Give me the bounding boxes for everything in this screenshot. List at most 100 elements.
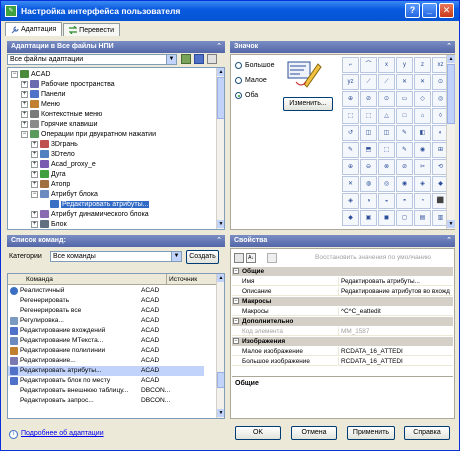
tree-item[interactable]: + Блок	[31, 220, 67, 229]
tree-item[interactable]: − Операции при двукратном нажатии	[21, 130, 156, 140]
library-icon-tile[interactable]: ✎	[396, 142, 413, 158]
library-icon-tile[interactable]: ✕	[342, 176, 359, 192]
library-icon-tile[interactable]: ⟋	[360, 74, 377, 90]
scroll-up-icon[interactable]: ▲	[217, 68, 224, 76]
column-source[interactable]: Источник	[166, 274, 197, 285]
customizations-panel-header[interactable]: Адаптации в Все файлы НПИ ⌃	[7, 41, 225, 53]
property-row[interactable]: Большое изображение RCDATA_16_ATTEDI	[232, 357, 453, 366]
collapse-icon[interactable]: −	[21, 130, 28, 138]
size-small-radio[interactable]: Малое	[235, 77, 267, 84]
library-icon-tile[interactable]: ◼	[378, 210, 395, 226]
library-icon-tile[interactable]: ◫	[360, 125, 377, 141]
library-icon-tile[interactable]: ◓	[396, 193, 413, 209]
icon-library-grid[interactable]: ⌐ ⌒ x y z xz yz ⟋ ⟋ ✕ ✕ ⊙ ⊕ ⊘ ⊙ ▭ ◇ ◎ ⬚ ⬚ △ □ ⌂ ◊ ↺ ◫ ◫ ✎ ◧ ◐ ✎ ⬒ ⬚ ✎ ◉ ⊞ ⊕ ⊖…	[342, 57, 449, 226]
collapse-chevron-icon[interactable]: ⌃	[216, 235, 222, 247]
close-button[interactable]: ✕	[439, 3, 454, 18]
property-category[interactable]: − Макросы	[232, 297, 453, 306]
property-row[interactable]: Имя Редактировать атрибуты...	[232, 277, 453, 286]
tree-scrollbar[interactable]: ▲ ▼	[216, 68, 224, 229]
command-row[interactable]: Редактировать блок по месту ACAD	[8, 376, 204, 386]
scroll-down-icon[interactable]: ▼	[217, 409, 224, 417]
sort-az-icon[interactable]: A↓	[246, 253, 256, 263]
library-icon-tile[interactable]: ⊕	[342, 91, 359, 107]
minimize-button[interactable]: _	[422, 3, 437, 18]
library-icon-tile[interactable]: ◉	[396, 176, 413, 192]
expand-icon[interactable]: +	[21, 80, 28, 88]
icon-grid-scrollbar[interactable]: ▲ ▼	[446, 55, 455, 229]
library-icon-tile[interactable]: ✎	[342, 142, 359, 158]
properties-panel-header[interactable]: Свойства ⌃	[230, 235, 455, 247]
tree-item[interactable]: + Дуга	[31, 170, 66, 180]
library-icon-tile[interactable]: ▣	[360, 210, 377, 226]
dropdown-arrow-icon[interactable]: ▼	[166, 55, 176, 64]
tree-item[interactable]: + Acad_proxy_e	[31, 160, 96, 170]
scroll-down-icon[interactable]: ▼	[217, 220, 224, 228]
property-value[interactable]: Редактировать атрибуты...	[338, 277, 453, 286]
property-value[interactable]: RCDATA_16_ATTEDI	[338, 357, 453, 366]
library-icon-tile[interactable]: ⊙	[378, 91, 395, 107]
expand-icon[interactable]: +	[31, 210, 38, 218]
scroll-thumb[interactable]	[447, 64, 455, 124]
expand-icon[interactable]: +	[21, 100, 28, 108]
library-icon-tile[interactable]: △	[378, 108, 395, 124]
library-icon-tile[interactable]: ◎	[378, 176, 395, 192]
library-icon-tile[interactable]: ✕	[414, 74, 431, 90]
tab-transfer[interactable]: Перевести	[63, 23, 121, 36]
commands-panel-header[interactable]: Список команд: ⌃	[7, 235, 225, 247]
customization-files-dropdown[interactable]: Все файлы адаптации ▼	[7, 54, 177, 65]
title-bar[interactable]: ✎ Настройка интерфейса пользователя ? _ …	[1, 1, 459, 21]
command-row[interactable]: Редактирование МТекста... ACAD	[8, 336, 204, 346]
command-row[interactable]: Редактирование вхождений ACAD	[8, 326, 204, 336]
tree-item[interactable]: + Контекстные меню	[21, 110, 102, 120]
scroll-thumb[interactable]	[217, 77, 224, 119]
property-category[interactable]: − Дополнительно	[232, 317, 453, 326]
size-both-radio[interactable]: Оба	[235, 92, 258, 99]
collapse-chevron-icon[interactable]: ⌃	[446, 41, 452, 53]
library-icon-tile[interactable]: ⌂	[414, 108, 431, 124]
learn-more-link[interactable]: Подробнее об адаптации	[21, 430, 104, 437]
tree-item[interactable]: + Панели	[21, 90, 65, 100]
library-icon-tile[interactable]: ⌐	[342, 57, 359, 73]
library-icon-tile[interactable]: ◧	[414, 125, 431, 141]
image-panel-header[interactable]: Значок ⌃	[230, 41, 455, 53]
edit-image-button[interactable]: Изменить...	[283, 97, 333, 111]
categorized-view-icon[interactable]	[234, 253, 244, 263]
library-icon-tile[interactable]: ◑	[360, 193, 377, 209]
scroll-up-icon[interactable]: ▲	[217, 274, 224, 282]
tree-item[interactable]: + Рабочие пространства	[21, 80, 115, 90]
library-icon-tile[interactable]: ⊘	[360, 91, 377, 107]
library-icon-tile[interactable]: ⊗	[378, 159, 395, 175]
command-row[interactable]: Реалистичный ACAD	[8, 286, 204, 296]
property-grid[interactable]: − Общие Имя Редактировать атрибуты... Описан…	[232, 267, 453, 375]
collapse-icon[interactable]: −	[233, 318, 239, 324]
library-icon-tile[interactable]: ⬚	[378, 142, 395, 158]
customizations-tree[interactable]: − ACAD + Рабочие пространства + Панели + Меню + К…	[7, 67, 225, 230]
library-icon-tile[interactable]: ✂	[414, 159, 431, 175]
property-value[interactable]: RCDATA_16_ATTEDI	[338, 347, 453, 356]
tree-item[interactable]: + Меню	[21, 100, 60, 110]
help-button[interactable]: Справка	[404, 426, 450, 440]
size-large-radio[interactable]: Большое	[235, 62, 274, 69]
library-icon-tile[interactable]: ◈	[342, 193, 359, 209]
tree-item[interactable]: +3Dтело	[31, 150, 75, 160]
command-row[interactable]: Регенерировать все ACAD	[8, 306, 204, 316]
command-row[interactable]: Редактировать внешнюю таблицу... DBCON...	[8, 386, 204, 396]
property-row[interactable]: Малое изображение RCDATA_16_ATTEDI	[232, 347, 453, 356]
library-icon-tile[interactable]: ◈	[414, 176, 431, 192]
library-icon-tile[interactable]: ✎	[396, 125, 413, 141]
library-icon-tile[interactable]: ⬚	[342, 108, 359, 124]
library-icon-tile[interactable]: ⊘	[396, 159, 413, 175]
collapse-chevron-icon[interactable]: ⌃	[216, 41, 222, 53]
collapse-icon[interactable]: −	[31, 190, 38, 198]
tree-item[interactable]: + Атопр	[31, 180, 70, 190]
tree-item[interactable]: − ACAD	[11, 70, 50, 80]
property-pages-icon[interactable]	[267, 253, 277, 263]
library-icon-tile[interactable]: □	[396, 108, 413, 124]
property-value[interactable]: ^C^C_eattedit	[338, 307, 453, 316]
library-icon-tile[interactable]: ◆	[342, 210, 359, 226]
library-icon-tile[interactable]: ✕	[396, 74, 413, 90]
property-category[interactable]: − Общие	[232, 267, 453, 276]
expand-icon[interactable]: +	[31, 140, 38, 148]
library-icon-tile[interactable]: ⬚	[360, 108, 377, 124]
property-row[interactable]: Макросы ^C^C_eattedit	[232, 307, 453, 316]
